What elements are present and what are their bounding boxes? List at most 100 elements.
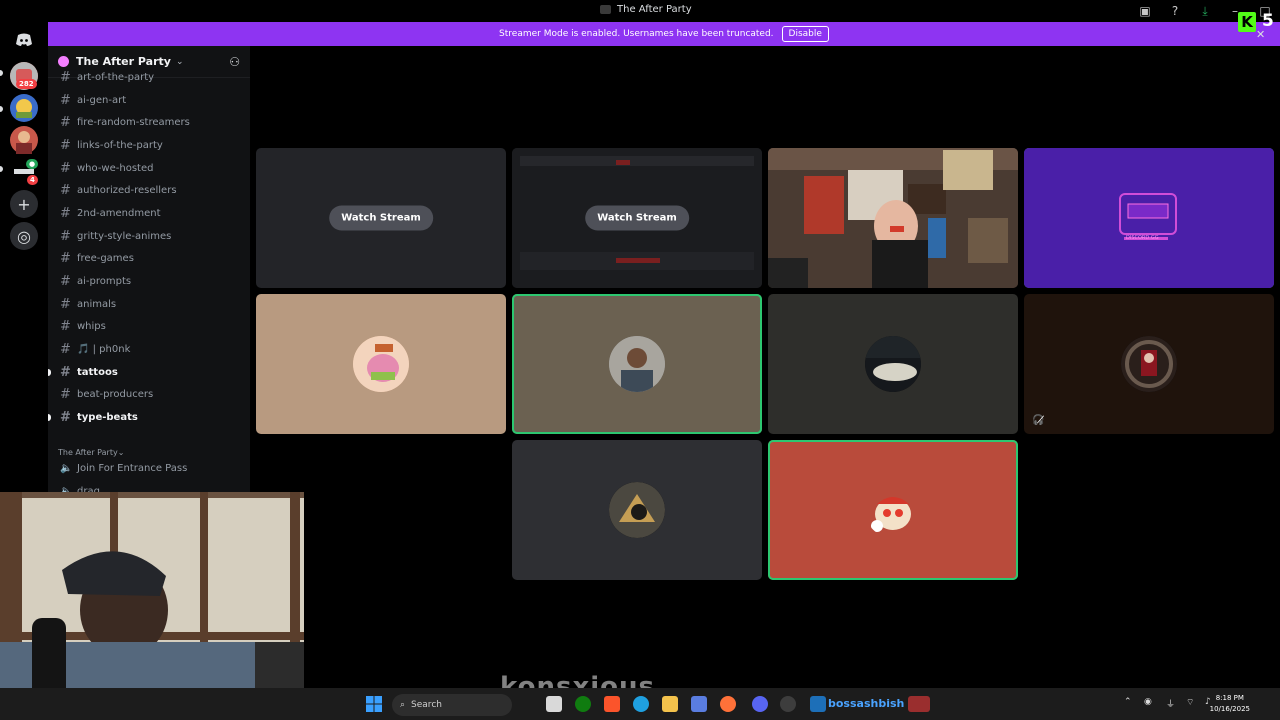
server-icon-1[interactable]: 282 (10, 62, 38, 90)
hashtag-icon: # (60, 387, 71, 403)
windows-start-icon[interactable] (366, 696, 382, 712)
channel-item[interactable]: # 🎵 | ph0nk (48, 338, 250, 361)
channel-item[interactable]: # gritty-style-animes (48, 225, 250, 248)
app-icon[interactable] (780, 696, 796, 712)
hashtag-icon: # (60, 137, 71, 153)
taskbar-app-label[interactable]: bossashbish (828, 697, 904, 710)
hashtag-icon: # (60, 251, 71, 267)
app-icon[interactable] (908, 696, 930, 712)
server-icon-the-after-party[interactable]: ● 4 (10, 158, 39, 186)
network-icon[interactable]: ◉ (1144, 697, 1152, 707)
voice-channel-item[interactable]: 🔈 Join For Entrance Pass (48, 457, 250, 480)
hashtag-icon: # (60, 183, 71, 199)
channel-item[interactable]: # ai-gen-art (48, 89, 250, 112)
participant-tile-2[interactable] (512, 294, 762, 434)
hashtag-icon: # (60, 364, 71, 380)
watch-stream-button[interactable]: Watch Stream (585, 205, 689, 231)
channel-label: art-of-the-party (77, 71, 155, 83)
hashtag-icon: # (60, 228, 71, 244)
unread-pip (0, 70, 3, 76)
channel-label: whips (77, 321, 106, 333)
discord-home-icon[interactable] (10, 26, 38, 54)
close-icon[interactable]: ✕ (1256, 28, 1265, 41)
channel-label: tattoos (77, 366, 118, 378)
banner-text: Streamer Mode is enabled. Usernames have… (499, 29, 774, 39)
discord-taskbar-icon[interactable] (752, 696, 768, 712)
server-icon-3[interactable] (10, 126, 38, 154)
channel-label: ai-prompts (77, 276, 132, 288)
stream-tile-4[interactable]: DISCORD.GG (1024, 148, 1274, 288)
edge-icon[interactable] (633, 696, 649, 712)
participant-tile-5[interactable] (512, 440, 762, 580)
channel-item[interactable]: # links-of-the-party (48, 134, 250, 157)
firefox-icon[interactable] (720, 696, 736, 712)
camera-tile[interactable] (768, 148, 1018, 288)
wifi-icon[interactable]: ⌔ (1186, 697, 1194, 708)
avatar (865, 482, 921, 538)
discord-gg-label: DISCORD.GG (1126, 235, 1159, 241)
channel-item[interactable]: # beat-producers (48, 384, 250, 407)
channel-item[interactable]: # fire-random-streamers (48, 111, 250, 134)
channel-label: gritty-style-animes (77, 230, 172, 242)
channel-item[interactable]: # animals (48, 293, 250, 316)
clock-time: 8:18 PM (1215, 694, 1244, 702)
chevron-down-icon: ⌄ (175, 56, 184, 67)
channel-category[interactable]: The After Party ⌄ (48, 435, 250, 457)
mic-icon[interactable]: ⏚ (1166, 697, 1175, 710)
file-explorer-icon[interactable] (662, 696, 678, 712)
stream-tile-2[interactable]: Watch Stream (512, 148, 762, 288)
channel-item[interactable]: # type-beats (48, 406, 250, 429)
channel-label: ai-gen-art (77, 94, 127, 106)
inbox-icon[interactable]: ▣ (1130, 0, 1160, 22)
streamer-webcam (0, 492, 304, 720)
participant-tile-4[interactable]: 🎧̸ (1024, 294, 1274, 434)
avatar (1121, 336, 1177, 392)
stream-tile-1[interactable]: Watch Stream (256, 148, 506, 288)
webcam-feed (0, 492, 304, 720)
windows-taskbar: ⌕ Search bossashbish ⌃ ◉ ⏚ ⌔ ♪ 8:18 PM 1… (0, 688, 1280, 720)
tray-chevron-icon[interactable]: ⌃ (1124, 697, 1132, 707)
mention-badge: 4 (27, 175, 38, 185)
server-mini-icon (600, 5, 611, 14)
channel-item[interactable]: # whips (48, 316, 250, 339)
channel-label: authorized-resellers (77, 185, 177, 197)
hashtag-icon: # (60, 342, 71, 358)
app-icon[interactable] (810, 696, 826, 712)
channel-label: links-of-the-party (77, 139, 163, 151)
unread-pip (0, 106, 3, 112)
add-server-icon[interactable]: + (10, 190, 38, 218)
watch-stream-button[interactable]: Watch Stream (329, 205, 433, 231)
channel-label: 2nd-amendment (77, 207, 161, 219)
disable-button[interactable]: Disable (781, 26, 829, 42)
window-title: The After Party (600, 4, 692, 15)
channel-item[interactable]: # ai-prompts (48, 270, 250, 293)
brave-icon[interactable] (604, 696, 620, 712)
live-badge: ● (26, 159, 39, 169)
explore-icon[interactable]: ◎ (10, 222, 38, 250)
channel-list: # art-of-the-party # ai-gen-art # fire-random… (48, 66, 250, 502)
server-icon-2[interactable] (10, 94, 38, 122)
hashtag-icon: # (60, 274, 71, 290)
channel-item[interactable]: # authorized-resellers (48, 179, 250, 202)
help-icon[interactable]: ? (1160, 0, 1190, 22)
channel-item[interactable]: # who-we-hosted (48, 157, 250, 180)
task-view-icon[interactable] (546, 696, 562, 712)
participant-tile-6[interactable] (768, 440, 1018, 580)
channel-label: beat-producers (77, 389, 154, 401)
participant-tile-1[interactable] (256, 294, 506, 434)
channel-item[interactable]: #2nd-amendment (48, 202, 250, 225)
taskbar-search[interactable]: ⌕ Search (392, 694, 512, 716)
channel-item[interactable]: # tattoos (48, 361, 250, 384)
category-label: The After Party (58, 448, 118, 457)
taskbar-clock[interactable]: 8:18 PM 10/16/2025 (1210, 693, 1250, 715)
channel-item[interactable]: # free-games (48, 248, 250, 271)
download-icon[interactable]: ⤓ (1190, 0, 1220, 22)
store-icon[interactable] (691, 696, 707, 712)
avatar (353, 336, 409, 392)
streamer-mode-banner: Streamer Mode is enabled. Usernames have… (48, 22, 1280, 46)
xbox-icon[interactable] (575, 696, 591, 712)
participant-tile-3[interactable] (768, 294, 1018, 434)
hashtag-icon: # (60, 205, 71, 221)
channel-label: who-we-hosted (77, 162, 154, 174)
channel-item[interactable]: # art-of-the-party (48, 66, 250, 89)
